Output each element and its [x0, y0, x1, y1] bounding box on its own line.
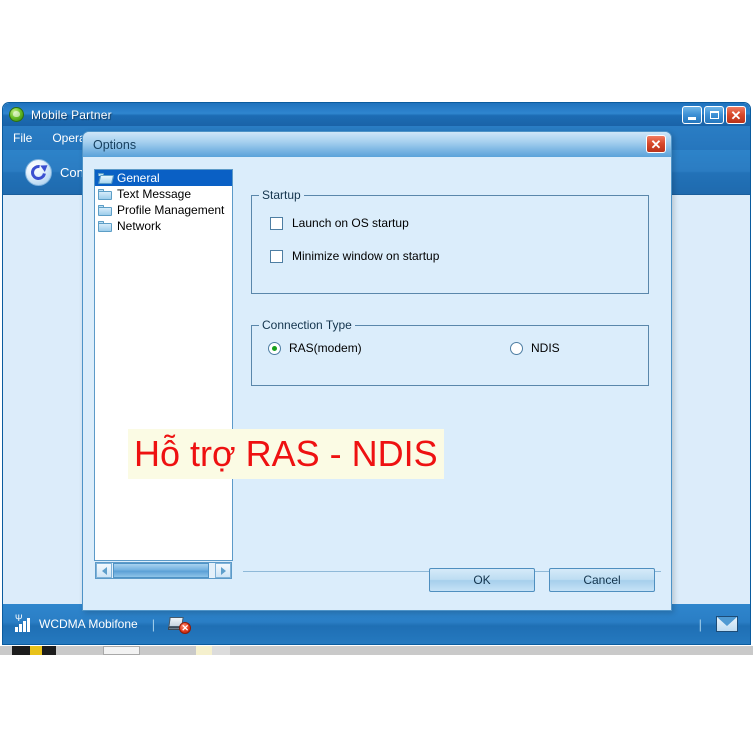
chevron-right-icon — [220, 566, 226, 575]
checkbox-row-minimize-window-on-startup[interactable]: Minimize window on startup — [270, 249, 439, 263]
folder-open-icon — [98, 172, 115, 184]
scroll-left-button[interactable] — [96, 563, 112, 578]
annotation-overlay-text: Hỗ trợ RAS - NDIS — [128, 429, 444, 479]
chevron-left-icon — [101, 566, 107, 575]
radio-ras-modem[interactable] — [268, 341, 281, 355]
tree-item-general[interactable]: General — [95, 170, 232, 186]
taskbar-fragment — [0, 646, 753, 655]
main-titlebar: Mobile Partner ✕ — [3, 103, 750, 126]
connection-type-groupbox: Connection Type RAS(modem) NDIS — [251, 318, 649, 386]
status-separator-1: | — [151, 616, 156, 632]
network-status-text: WCDMA Mobifone — [39, 617, 138, 631]
checkbox-row-launch-on-os-startup[interactable]: Launch on OS startup — [270, 216, 409, 230]
checkbox-launch-on-os-startup[interactable] — [270, 216, 283, 230]
startup-groupbox: Startup Launch on OS startup Minimize wi… — [251, 188, 649, 294]
close-icon: ✕ — [730, 107, 742, 123]
folder-icon — [98, 220, 112, 232]
globe-green-icon — [9, 107, 24, 122]
tree-item-profile-management[interactable]: Profile Management — [95, 202, 232, 218]
close-icon: ✕ — [650, 136, 662, 152]
tree-horizontal-scrollbar[interactable] — [95, 562, 232, 579]
main-window-title: Mobile Partner — [31, 107, 112, 122]
options-dialog-body: General Text Message Profile Management — [83, 157, 671, 610]
tree-item-text-message[interactable]: Text Message — [95, 186, 232, 202]
radio-row-ndis[interactable]: NDIS — [510, 341, 560, 355]
checkbox-label: Minimize window on startup — [292, 249, 440, 263]
folder-icon — [98, 188, 112, 200]
menu-item-file[interactable]: File — [13, 131, 32, 145]
refresh-circular-arrows-icon — [25, 158, 52, 186]
close-button[interactable]: ✕ — [726, 106, 746, 124]
connection-toolbar-label: Con — [60, 164, 84, 180]
radio-ndis[interactable] — [510, 341, 523, 355]
ok-button[interactable]: OK — [429, 568, 535, 592]
minimize-button[interactable] — [682, 106, 702, 124]
checkbox-label: Launch on OS startup — [292, 216, 409, 230]
screen-root: Mobile Partner ✕ File Operati Con Ψ WCDM… — [0, 0, 753, 753]
modem-error-badge: ✕ — [179, 622, 192, 634]
minimize-icon — [688, 116, 696, 120]
tree-item-label: Network — [117, 219, 162, 233]
options-category-tree[interactable]: General Text Message Profile Management — [94, 169, 233, 561]
cancel-button[interactable]: Cancel — [549, 568, 655, 592]
options-titlebar: Options ✕ — [83, 132, 671, 157]
window-controls: ✕ — [682, 106, 746, 124]
scroll-right-button[interactable] — [215, 563, 231, 578]
status-separator-2: | — [698, 616, 702, 632]
dialog-button-row: OK Cancel — [429, 568, 655, 592]
signal-bars-icon: Ψ — [15, 613, 30, 632]
tree-item-label: General — [117, 171, 160, 185]
modem-disconnected-icon[interactable]: ✕ — [168, 616, 192, 634]
taskbar-chip-5 — [212, 646, 230, 655]
startup-group-legend: Startup — [259, 188, 304, 202]
folder-icon — [98, 204, 112, 216]
options-dialog-title: Options — [93, 137, 137, 152]
tree-item-label: Profile Management — [117, 203, 225, 217]
tree-item-network[interactable]: Network — [95, 218, 232, 234]
options-dialog: Options ✕ General Text Message Profile M… — [82, 131, 672, 611]
maximize-button[interactable] — [704, 106, 724, 124]
radio-label: RAS(modem) — [289, 341, 362, 355]
connection-type-group-legend: Connection Type — [259, 318, 355, 332]
options-close-button[interactable]: ✕ — [646, 135, 666, 153]
antenna-icon: Ψ — [15, 613, 23, 623]
radio-label: NDIS — [531, 341, 560, 355]
scrollbar-thumb[interactable] — [113, 563, 209, 578]
taskbar-chip-2 — [30, 646, 42, 655]
checkbox-minimize-window-on-startup[interactable] — [270, 249, 283, 263]
radio-row-ras-modem[interactable]: RAS(modem) — [268, 341, 362, 355]
envelope-icon[interactable] — [716, 616, 738, 632]
taskbar-chip-3 — [103, 646, 140, 655]
tree-item-label: Text Message — [117, 187, 192, 201]
maximize-icon — [709, 111, 719, 119]
